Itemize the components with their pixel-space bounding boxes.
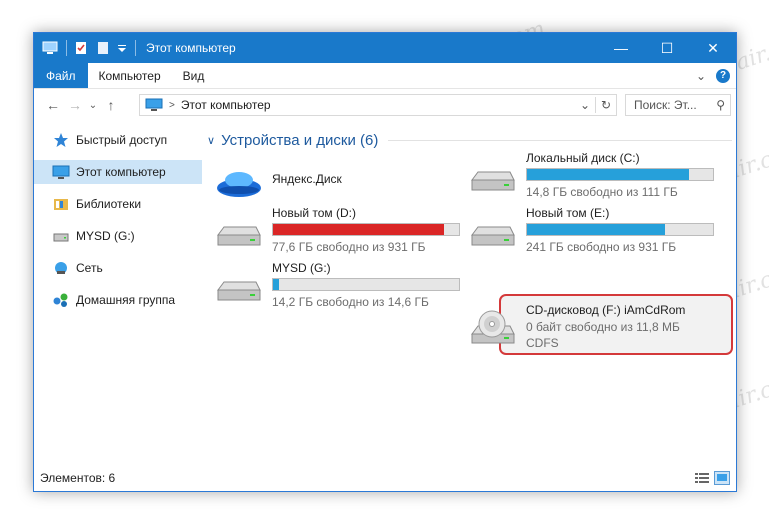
computer-icon <box>145 98 163 112</box>
ribbon-tabs: Файл Компьютер Вид ⌄ ? <box>34 63 736 89</box>
tiles-view-icon[interactable] <box>714 471 730 485</box>
address-bar[interactable]: > Этот компьютер ⌄ ↻ <box>139 94 617 116</box>
maximize-button[interactable]: ☐ <box>644 33 690 63</box>
sidebar-item-network[interactable]: Сеть <box>34 256 202 280</box>
search-box[interactable]: Поиск: Эт... ⚲ <box>625 94 731 116</box>
breadcrumb-this-pc[interactable]: Этот компьютер <box>181 98 271 112</box>
up-button[interactable]: ↑ <box>100 94 122 116</box>
library-icon <box>52 196 70 212</box>
drive-usage-bar <box>272 223 460 236</box>
hard-drive-icon <box>468 211 518 255</box>
hard-drive-icon <box>468 156 518 200</box>
drive-name: Новый том (E:) <box>526 206 610 220</box>
forward-button[interactable]: → <box>64 94 86 116</box>
sidebar-item-label: MYSD (G:) <box>76 229 135 243</box>
drive-usage-bar <box>526 223 714 236</box>
sidebar-item-quick-access[interactable]: Быстрый доступ <box>34 128 202 152</box>
drive-icon <box>52 228 70 244</box>
drive-free-space: 14,2 ГБ свободно из 14,6 ГБ <box>272 295 429 309</box>
drive-tile-g[interactable]: MYSD (G:) 14,2 ГБ свободно из 14,6 ГБ <box>206 260 460 316</box>
group-divider <box>388 139 732 141</box>
view-switcher <box>690 471 730 485</box>
details-view-icon[interactable] <box>694 471 710 485</box>
drive-usage-fill <box>273 224 445 235</box>
drive-name: MYSD (G:) <box>272 261 331 275</box>
address-bar-actions: ⌄ ↻ <box>575 95 616 115</box>
sidebar-item-this-pc[interactable]: Этот компьютер <box>34 160 202 184</box>
minimize-button[interactable]: — <box>598 33 644 63</box>
status-bar: Элементов: 6 <box>34 465 736 491</box>
address-dropdown-icon[interactable]: ⌄ <box>575 95 595 115</box>
back-button[interactable]: ← <box>42 94 64 116</box>
homegroup-icon <box>52 292 70 308</box>
breadcrumb-separator-icon[interactable]: > <box>169 100 175 111</box>
drive-tile-f[interactable]: CD-дисковод (F:) iAmCdRom 0 байт свободн… <box>460 302 700 358</box>
new-folder-icon[interactable] <box>95 40 111 56</box>
window-title: Этот компьютер <box>146 41 236 55</box>
toolbar-divider <box>66 40 67 56</box>
group-title: Устройства и диски (6) <box>221 131 379 149</box>
group-header[interactable]: ∨ Устройства и диски (6) <box>202 128 732 152</box>
window-controls: — ☐ ✕ <box>598 33 736 63</box>
content-pane: ∨ Устройства и диски (6) Яндекс.Диск Лок… <box>202 128 736 458</box>
sidebar-item-libraries[interactable]: Библиотеки <box>34 192 202 216</box>
drive-usage-bar <box>526 168 714 181</box>
properties-icon[interactable] <box>73 40 89 56</box>
recent-locations-button[interactable]: ⌄ <box>86 94 100 116</box>
title-divider <box>135 40 136 56</box>
drive-free-space: 241 ГБ свободно из 931 ГБ <box>526 240 677 254</box>
drive-name: CD-дисковод (F:) iAmCdRom <box>526 303 686 317</box>
drive-free-space: 77,6 ГБ свободно из 931 ГБ <box>272 240 426 254</box>
yandex-disk-icon <box>214 166 264 210</box>
drive-tile-d[interactable]: Новый том (D:) 77,6 ГБ свободно из 931 Г… <box>206 205 460 261</box>
drive-free-space: 14,8 ГБ свободно из 111 ГБ <box>526 185 678 199</box>
search-icon[interactable]: ⚲ <box>716 98 725 112</box>
computer-icon <box>42 40 58 56</box>
star-icon <box>52 132 70 148</box>
drive-name: Новый том (D:) <box>272 206 356 220</box>
sidebar-item-homegroup[interactable]: Домашняя группа <box>34 288 202 312</box>
tab-file[interactable]: Файл <box>34 63 88 88</box>
drive-tile-e[interactable]: Новый том (E:) 241 ГБ свободно из 931 ГБ <box>460 205 714 261</box>
refresh-icon[interactable]: ↻ <box>596 95 616 115</box>
close-button[interactable]: ✕ <box>690 33 736 63</box>
hard-drive-icon <box>214 266 264 310</box>
drive-usage-fill <box>527 224 665 235</box>
drive-name: Яндекс.Диск <box>272 172 342 186</box>
explorer-window: Этот компьютер — ☐ ✕ Файл Компьютер Вид … <box>33 32 737 492</box>
hard-drive-icon <box>214 211 264 255</box>
computer-icon <box>52 164 70 180</box>
network-icon <box>52 260 70 276</box>
drive-filesystem: CDFS <box>526 336 559 350</box>
drive-tile-c[interactable]: Локальный диск (C:) 14,8 ГБ свободно из … <box>460 150 714 206</box>
drive-name: Локальный диск (C:) <box>526 151 640 165</box>
tab-computer[interactable]: Компьютер <box>88 63 172 88</box>
sidebar-item-label: Быстрый доступ <box>76 133 168 147</box>
search-input[interactable]: Поиск: Эт... <box>634 98 697 112</box>
drive-usage-fill <box>273 279 279 290</box>
ribbon-right: ⌄ ? <box>696 63 736 88</box>
title-bar: Этот компьютер — ☐ ✕ <box>34 33 736 63</box>
sidebar-item-label: Сеть <box>76 261 103 275</box>
cd-drive-icon <box>468 308 518 352</box>
help-icon[interactable]: ? <box>716 68 730 83</box>
sidebar-item-label: Этот компьютер <box>76 165 166 179</box>
navigation-pane: Быстрый доступ Этот компьютер Библиотеки… <box>34 128 202 448</box>
drive-usage-fill <box>527 169 689 180</box>
quick-access-toolbar <box>42 33 133 63</box>
customize-toolbar-icon[interactable] <box>117 40 127 56</box>
collapse-chevron-icon[interactable]: ∨ <box>207 134 215 147</box>
drive-free-space: 0 байт свободно из 11,8 МБ <box>526 320 680 334</box>
drive-usage-bar <box>272 278 460 291</box>
sidebar-item-label: Библиотеки <box>76 197 142 211</box>
navigation-bar: ← → ⌄ ↑ > Этот компьютер ⌄ ↻ Поиск: Эт..… <box>34 90 736 120</box>
item-count: Элементов: 6 <box>40 471 116 485</box>
tab-view[interactable]: Вид <box>172 63 216 88</box>
expand-ribbon-icon[interactable]: ⌄ <box>696 69 706 83</box>
sidebar-item-mysd[interactable]: MYSD (G:) <box>34 224 202 248</box>
sidebar-item-label: Домашняя группа <box>76 293 176 307</box>
